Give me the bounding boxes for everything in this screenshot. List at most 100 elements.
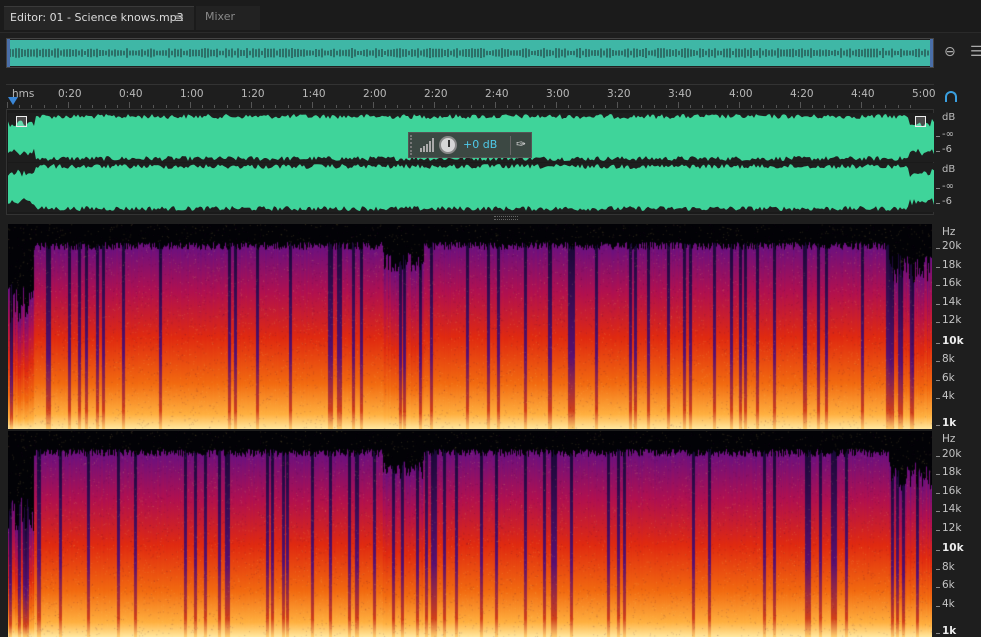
db-tick [936, 188, 940, 189]
hz-scale-tick-label: 16k [942, 277, 962, 290]
tab-mixer[interactable]: Mixer [196, 6, 260, 30]
hz-scale-tick-label: 18k [942, 466, 962, 479]
playhead-marker[interactable] [8, 97, 18, 105]
db-scale-tick-label: -∞ [942, 129, 954, 140]
ruler-tick [617, 102, 618, 108]
overview-waveform-path [7, 48, 932, 58]
hz-tick [936, 455, 940, 457]
ruler-time-label: 0:40 [119, 88, 143, 100]
ruler-tick [238, 105, 240, 108]
ruler-tick [726, 105, 728, 108]
ruler-tick [92, 105, 94, 108]
ruler-tick [824, 105, 826, 108]
volume-knob-icon[interactable] [439, 136, 457, 154]
ruler-tick [885, 105, 887, 108]
hz-scale-tick-label: 1k [942, 416, 957, 429]
ruler-tick [153, 105, 155, 108]
ruler-tick [385, 105, 387, 108]
zoom-out-full-icon[interactable]: ⊖ [944, 44, 956, 60]
hz-tick [936, 303, 940, 305]
fade-in-handle[interactable] [16, 116, 27, 127]
ruler-tick [275, 105, 277, 108]
ruler-time-label: 0:20 [58, 88, 82, 100]
hz-scale-tick-label: 4k [942, 390, 955, 403]
spectral-display-channel-2[interactable] [8, 431, 932, 637]
hz-tick [936, 568, 940, 570]
level-meter-icon [420, 138, 434, 152]
hz-tick [936, 322, 940, 324]
fade-out-handle[interactable] [915, 116, 926, 127]
ruler-tick [604, 105, 606, 108]
volume-value[interactable]: +0 dB [463, 138, 497, 151]
ruler-tick [43, 105, 45, 108]
overview-right-handle[interactable] [930, 39, 933, 67]
ruler-tick [836, 105, 838, 108]
hz-scale-tick-label: 14k [942, 295, 962, 308]
ruler-tick [897, 105, 899, 108]
waveform-channel-2[interactable] [8, 163, 934, 212]
ruler-tick [214, 105, 216, 108]
hz-scale-tick-label: 12k [942, 314, 962, 327]
hz-tick [936, 492, 940, 494]
ruler-tick [812, 105, 814, 108]
ruler-tick [629, 105, 631, 108]
ruler-tick [421, 105, 423, 108]
ruler-tick [531, 105, 533, 108]
hz-scale-tick-label: 8k [942, 353, 955, 366]
db-tick [936, 151, 940, 152]
overview-left-handle[interactable] [7, 39, 10, 67]
ruler-tick [543, 105, 545, 108]
ruler-tick [373, 102, 374, 108]
hz-scale-tick-label: 20k [942, 240, 962, 253]
ruler-tick [299, 105, 301, 108]
hz-tick [936, 361, 940, 363]
ruler-tick [165, 105, 167, 108]
ruler-tick [324, 105, 326, 108]
hz-tick [936, 587, 940, 589]
hz-scale-tick-label: 6k [942, 371, 955, 384]
panel-menu-icon[interactable]: ≡ [174, 7, 184, 29]
hz-scale-tick-label: 4k [942, 597, 955, 610]
ruler-time-label: 2:40 [485, 88, 509, 100]
hud-grip[interactable] [410, 135, 415, 155]
spectrogram-channel-1 [8, 224, 932, 429]
ruler-tick [763, 105, 765, 108]
ruler-tick [800, 102, 801, 108]
db-scale-tick-label: -∞ [942, 181, 954, 192]
hz-tick [936, 266, 940, 268]
waveform-display[interactable] [6, 109, 934, 215]
hz-scale-tick-label: 16k [942, 484, 962, 497]
hz-scale-label: Hz [942, 226, 956, 239]
hz-scale-tick-label: 10k [942, 542, 964, 555]
headphones-icon[interactable] [945, 91, 957, 102]
ruler-tick [80, 105, 82, 108]
list-icon[interactable]: ☰ [970, 44, 981, 60]
ruler-tick [336, 105, 338, 108]
ruler-tick [470, 105, 472, 108]
ruler-time-label: 2:00 [363, 88, 387, 100]
db-scale-channel-2: dB -∞ -6 [936, 163, 976, 213]
ruler-tick [141, 105, 143, 108]
db-scale-tick-label: -6 [942, 144, 952, 155]
spectral-display-channel-1[interactable] [8, 224, 932, 429]
ruler-tick [495, 102, 496, 108]
db-scale-label: dB [942, 112, 956, 123]
overview-navigator[interactable] [6, 38, 934, 68]
tab-editor[interactable]: Editor: 01 - Science knows.mp3 ≡ [4, 6, 194, 30]
ruler-tick [702, 105, 704, 108]
pin-icon[interactable]: ✑ [516, 137, 526, 151]
ruler-tick [409, 105, 411, 108]
panel-splitter[interactable] [494, 216, 518, 220]
hz-scale-tick-label: 12k [942, 521, 962, 534]
ruler-tick [873, 105, 875, 108]
ruler-tick [287, 105, 289, 108]
volume-hud[interactable]: +0 dB ✑ [408, 132, 532, 158]
ruler-tick [909, 105, 911, 108]
ruler-tick [678, 102, 679, 108]
time-ruler[interactable]: hms 0:20 0:40 1:00 1:20 1:40 2:00 2:20 2:40 3:00… [6, 84, 936, 108]
ruler-tick [31, 105, 33, 108]
hz-tick [936, 342, 940, 344]
ruler-tick [226, 105, 228, 108]
ruler-tick [116, 105, 118, 108]
ruler-time-label: 3:00 [546, 88, 570, 100]
